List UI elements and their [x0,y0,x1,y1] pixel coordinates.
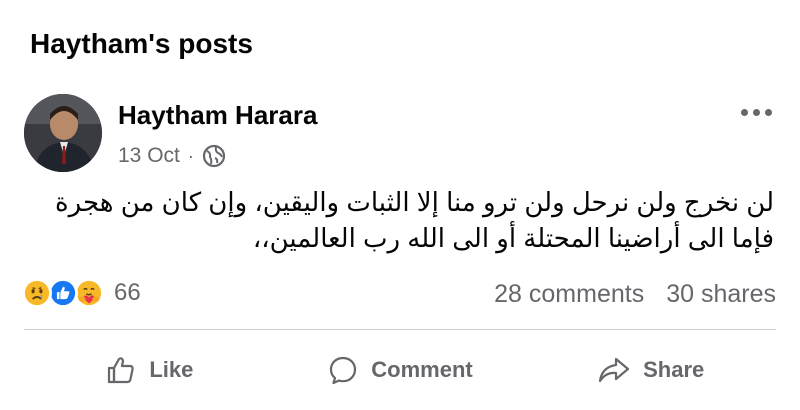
post-body: لن نخرج ولن نرحل ولن ترو منا إلا الثبات … [24,184,774,256]
like-icon [105,354,137,386]
section-title: Haytham's posts [30,28,253,59]
sad-reaction-icon [22,278,52,308]
share-label: Share [643,357,705,382]
avatar[interactable] [24,94,102,172]
shares-count[interactable]: 30 shares [666,280,776,309]
globe-icon[interactable] [202,144,226,168]
like-button[interactable]: Like [24,344,275,396]
care-reaction-icon [74,278,104,308]
reaction-count[interactable]: 66 [114,279,141,307]
reactions-summary[interactable]: 66 [22,278,141,308]
comment-icon [327,354,359,386]
post-actions: Like Comment Share [24,344,776,396]
more-options-icon[interactable] [736,100,776,124]
post-date[interactable]: 13 Oct [118,144,180,168]
meta-separator: · [187,145,194,166]
post-page: Haytham's posts Haytham Harara 13 Oct · [0,0,800,410]
divider [24,329,776,330]
share-icon [597,354,631,386]
share-button[interactable]: Share [525,344,776,396]
post-meta: 13 Oct · [118,144,226,168]
author-name[interactable]: Haytham Harara [118,100,317,131]
post-body-line: فإما الى أراضينا المحتلة أو الى الله رب … [252,223,774,253]
post-stats: 28 comments 30 shares [494,280,776,309]
comment-button[interactable]: Comment [275,344,526,396]
comments-count[interactable]: 28 comments [494,280,644,309]
like-label: Like [149,357,194,382]
post-body-line: لن نخرج ولن نرحل ولن ترو منا إلا الثبات … [55,187,774,217]
like-reaction-icon [48,278,78,308]
comment-label: Comment [371,357,473,382]
